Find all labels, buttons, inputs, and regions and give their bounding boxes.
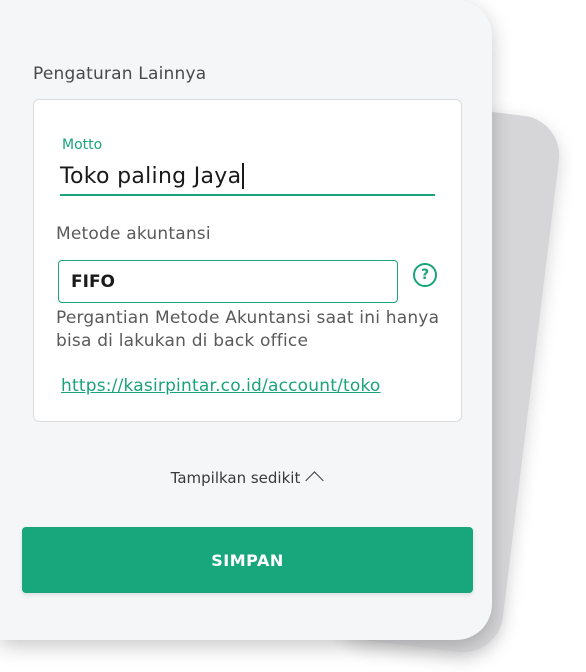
save-button[interactable]: SIMPAN <box>22 527 473 593</box>
settings-card: Pengaturan Lainnya Motto Toko paling Jay… <box>0 0 492 640</box>
motto-input[interactable]: Toko paling Jaya <box>60 158 435 196</box>
text-caret <box>242 163 245 189</box>
show-less-toggle[interactable]: Tampilkan sedikit <box>0 468 492 490</box>
stage: Pengaturan Lainnya Motto Toko paling Jay… <box>0 0 586 672</box>
save-button-label: SIMPAN <box>211 550 284 570</box>
metode-note: Pergantian Metode Akuntansi saat ini han… <box>56 308 440 351</box>
motto-value: Toko paling Jaya <box>60 163 242 189</box>
metode-label: Metode akuntansi <box>56 224 211 244</box>
back-office-link[interactable]: https://kasirpintar.co.id/account/toko <box>61 376 381 396</box>
settings-panel: Motto Toko paling Jaya Metode akuntansi … <box>33 99 462 422</box>
section-title: Pengaturan Lainnya <box>33 64 207 84</box>
motto-label: Motto <box>62 137 103 153</box>
help-glyph: ? <box>420 267 430 283</box>
chevron-up-icon <box>305 471 325 490</box>
metode-field[interactable]: FIFO <box>58 260 398 303</box>
metode-value: FIFO <box>71 271 116 292</box>
help-icon[interactable]: ? <box>413 263 437 287</box>
show-less-label: Tampilkan sedikit <box>170 468 301 487</box>
